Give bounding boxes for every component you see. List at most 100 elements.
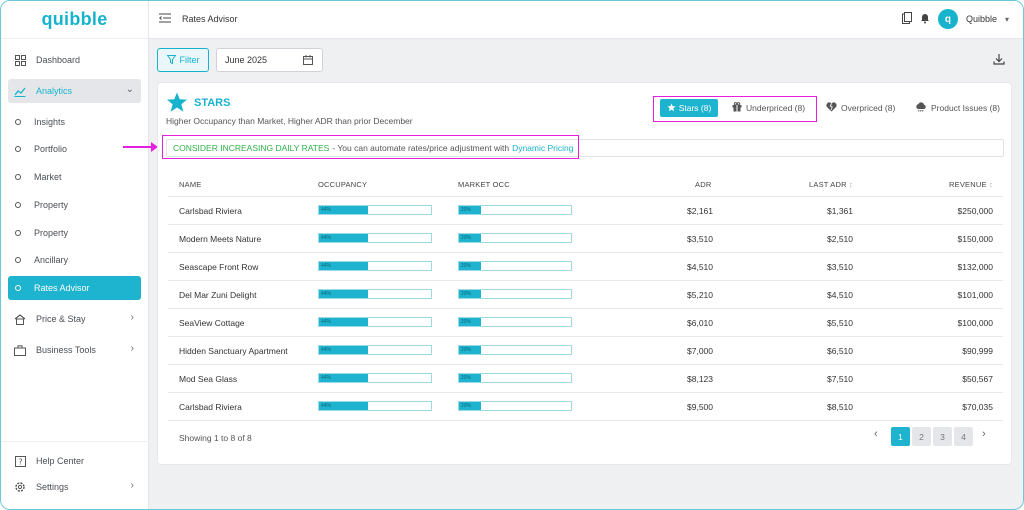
bell-icon[interactable] xyxy=(920,12,930,26)
table-row[interactable]: Del Mar Zuni Delight 44% 20% $5,210 $4,510 $1… xyxy=(168,280,1003,308)
clipboard-icon[interactable] xyxy=(901,12,912,26)
market-occ-bar-fill: 20% xyxy=(459,206,482,214)
sidebar-item-dashboard[interactable]: Dashboard xyxy=(8,48,141,72)
sidebar-item-business-tools[interactable]: Business Tools › xyxy=(8,338,141,362)
menu-toggle-icon[interactable] xyxy=(159,13,171,25)
chevron-down-icon: ⌄ xyxy=(125,84,134,95)
sidebar-subitem-property-2[interactable]: Property xyxy=(8,221,141,245)
chevron-left-icon[interactable]: ‹ xyxy=(874,428,878,440)
market-occ-value: 20% xyxy=(461,403,472,409)
adr-value: $9,500 xyxy=(687,402,713,412)
column-header-revenue[interactable]: REVENUE ↕ xyxy=(949,180,993,189)
page-button-2[interactable]: 2 xyxy=(912,427,931,446)
table-row[interactable]: Seascape Front Row 44% 20% $4,510 $3,510 $132… xyxy=(168,252,1003,280)
highlight-box xyxy=(162,135,579,159)
sidebar-subitem-rates-advisor[interactable]: Rates Advisor xyxy=(8,276,141,300)
occupancy-bar-fill: 44% xyxy=(319,206,369,214)
market-occ-value: 20% xyxy=(461,263,472,269)
occupancy-bar-fill: 44% xyxy=(319,234,369,242)
sidebar-item-label: Analytics xyxy=(36,86,73,96)
calendar-icon[interactable] xyxy=(303,55,313,67)
occupancy-bar: 44% xyxy=(318,401,432,411)
page-button-4[interactable]: 4 xyxy=(954,427,973,446)
last-adr-value: $2,510 xyxy=(827,234,853,244)
sidebar-subitem-portfolio[interactable]: Portfolio xyxy=(8,137,141,161)
sidebar-item-help-center[interactable]: ? Help Center xyxy=(8,449,141,473)
sidebar-subitem-insights[interactable]: Insights xyxy=(8,110,141,134)
adr-value: $4,510 xyxy=(687,262,713,272)
column-header-occupancy[interactable]: OCCUPANCY xyxy=(318,180,367,189)
sidebar-subitem-label: Ancillary xyxy=(34,255,69,265)
date-picker[interactable]: June 2025 xyxy=(216,48,323,72)
market-occ-value: 20% xyxy=(461,319,472,325)
sidebar-item-price-stay[interactable]: Price & Stay › xyxy=(8,307,141,331)
filter-button[interactable]: Filter xyxy=(157,48,209,72)
adr-value: $5,210 xyxy=(687,290,713,300)
sidebar: quibble Dashboard Analytics ⌄ Insights P… xyxy=(1,1,149,509)
briefcase-icon xyxy=(14,344,26,356)
sidebar-subitem-label: Portfolio xyxy=(34,144,68,154)
chevron-down-icon[interactable]: ▾ xyxy=(1005,15,1009,24)
property-name: Mod Sea Glass xyxy=(179,374,238,384)
download-icon[interactable] xyxy=(993,53,1005,67)
sidebar-item-label: Settings xyxy=(36,482,69,492)
dot-icon xyxy=(15,119,21,125)
chevron-right-icon[interactable]: › xyxy=(982,428,986,440)
property-name: Hidden Sanctuary Apartment xyxy=(179,346,288,356)
column-header-adr[interactable]: ADR xyxy=(695,180,711,189)
sidebar-subitem-label: Property xyxy=(34,228,69,238)
dot-icon xyxy=(15,230,21,236)
sidebar-subitem-label: Insights xyxy=(34,117,66,127)
tab-label: Product Issues (8) xyxy=(931,103,1000,113)
section-title: STARS xyxy=(194,97,231,109)
table-row[interactable]: Carlsbad Riviera 44% 20% $2,161 $1,361 $250,0… xyxy=(168,196,1003,224)
table-row[interactable]: Mod Sea Glass 44% 20% $8,123 $7,510 $50,567 xyxy=(168,364,1003,392)
filter-label: Filter xyxy=(179,55,200,65)
last-adr-value: $8,510 xyxy=(827,402,853,412)
column-header-last-adr[interactable]: LAST ADR ↕ xyxy=(809,180,853,189)
avatar[interactable]: q xyxy=(937,9,958,29)
date-value: June 2025 xyxy=(225,55,268,65)
sidebar-subitem-ancillary[interactable]: Ancillary xyxy=(8,248,141,272)
market-occ-bar: 20% xyxy=(458,373,572,383)
market-occ-value: 20% xyxy=(461,291,472,297)
cloud-icon xyxy=(915,102,927,114)
market-occ-bar-fill: 20% xyxy=(459,402,482,410)
grid-icon xyxy=(14,54,26,66)
sidebar-item-analytics[interactable]: Analytics ⌄ xyxy=(8,79,141,103)
sort-icon: ↕ xyxy=(988,180,993,189)
page-button-3[interactable]: 3 xyxy=(933,427,952,446)
tab-underpriced[interactable]: Underpriced (8) xyxy=(732,99,805,117)
star-icon xyxy=(667,102,676,114)
market-occ-bar-fill: 20% xyxy=(459,318,482,326)
revenue-value: $250,000 xyxy=(957,206,993,216)
market-occ-bar-fill: 20% xyxy=(459,234,482,242)
sidebar-subitem-label: Market xyxy=(34,172,62,182)
adr-value: $6,010 xyxy=(687,318,713,328)
occupancy-value: 44% xyxy=(321,207,332,213)
sidebar-item-settings[interactable]: Settings › xyxy=(8,475,141,499)
user-name[interactable]: Quibble xyxy=(966,14,997,24)
page-button-1[interactable]: 1 xyxy=(891,427,910,446)
revenue-value: $150,000 xyxy=(957,234,993,244)
rates-card: STARS Higher Occupancy than Market, High… xyxy=(157,82,1012,465)
sidebar-subitem-market[interactable]: Market xyxy=(8,165,141,189)
table-row[interactable]: Modern Meets Nature 44% 20% $3,510 $2,510 $15… xyxy=(168,224,1003,252)
tab-stars[interactable]: Stars (8) xyxy=(660,99,718,117)
sidebar-subitem-property[interactable]: Property xyxy=(8,193,141,217)
column-header-label: REVENUE xyxy=(949,180,987,189)
section-subtitle: Higher Occupancy than Market, Higher ADR… xyxy=(166,116,413,126)
chevron-right-icon: › xyxy=(130,343,134,354)
sidebar-item-label: Price & Stay xyxy=(36,314,86,324)
table-row[interactable]: SeaView Cottage 44% 20% $6,010 $5,510 $100,00… xyxy=(168,308,1003,336)
column-header-name[interactable]: NAME xyxy=(179,180,201,189)
column-header-market-occ[interactable]: MARKET OCC xyxy=(458,180,510,189)
table-row[interactable]: Hidden Sanctuary Apartment 44% 20% $7,000 $6… xyxy=(168,336,1003,364)
last-adr-value: $4,510 xyxy=(827,290,853,300)
table-row[interactable]: Carlsbad Riviera 44% 20% $9,500 $8,510 $70,03… xyxy=(168,392,1003,420)
tab-overpriced[interactable]: Overpriced (8) xyxy=(826,99,895,117)
tab-product-issues[interactable]: Product Issues (8) xyxy=(915,99,1000,117)
gear-icon xyxy=(14,481,26,493)
occupancy-bar: 44% xyxy=(318,205,432,215)
adr-value: $8,123 xyxy=(687,374,713,384)
